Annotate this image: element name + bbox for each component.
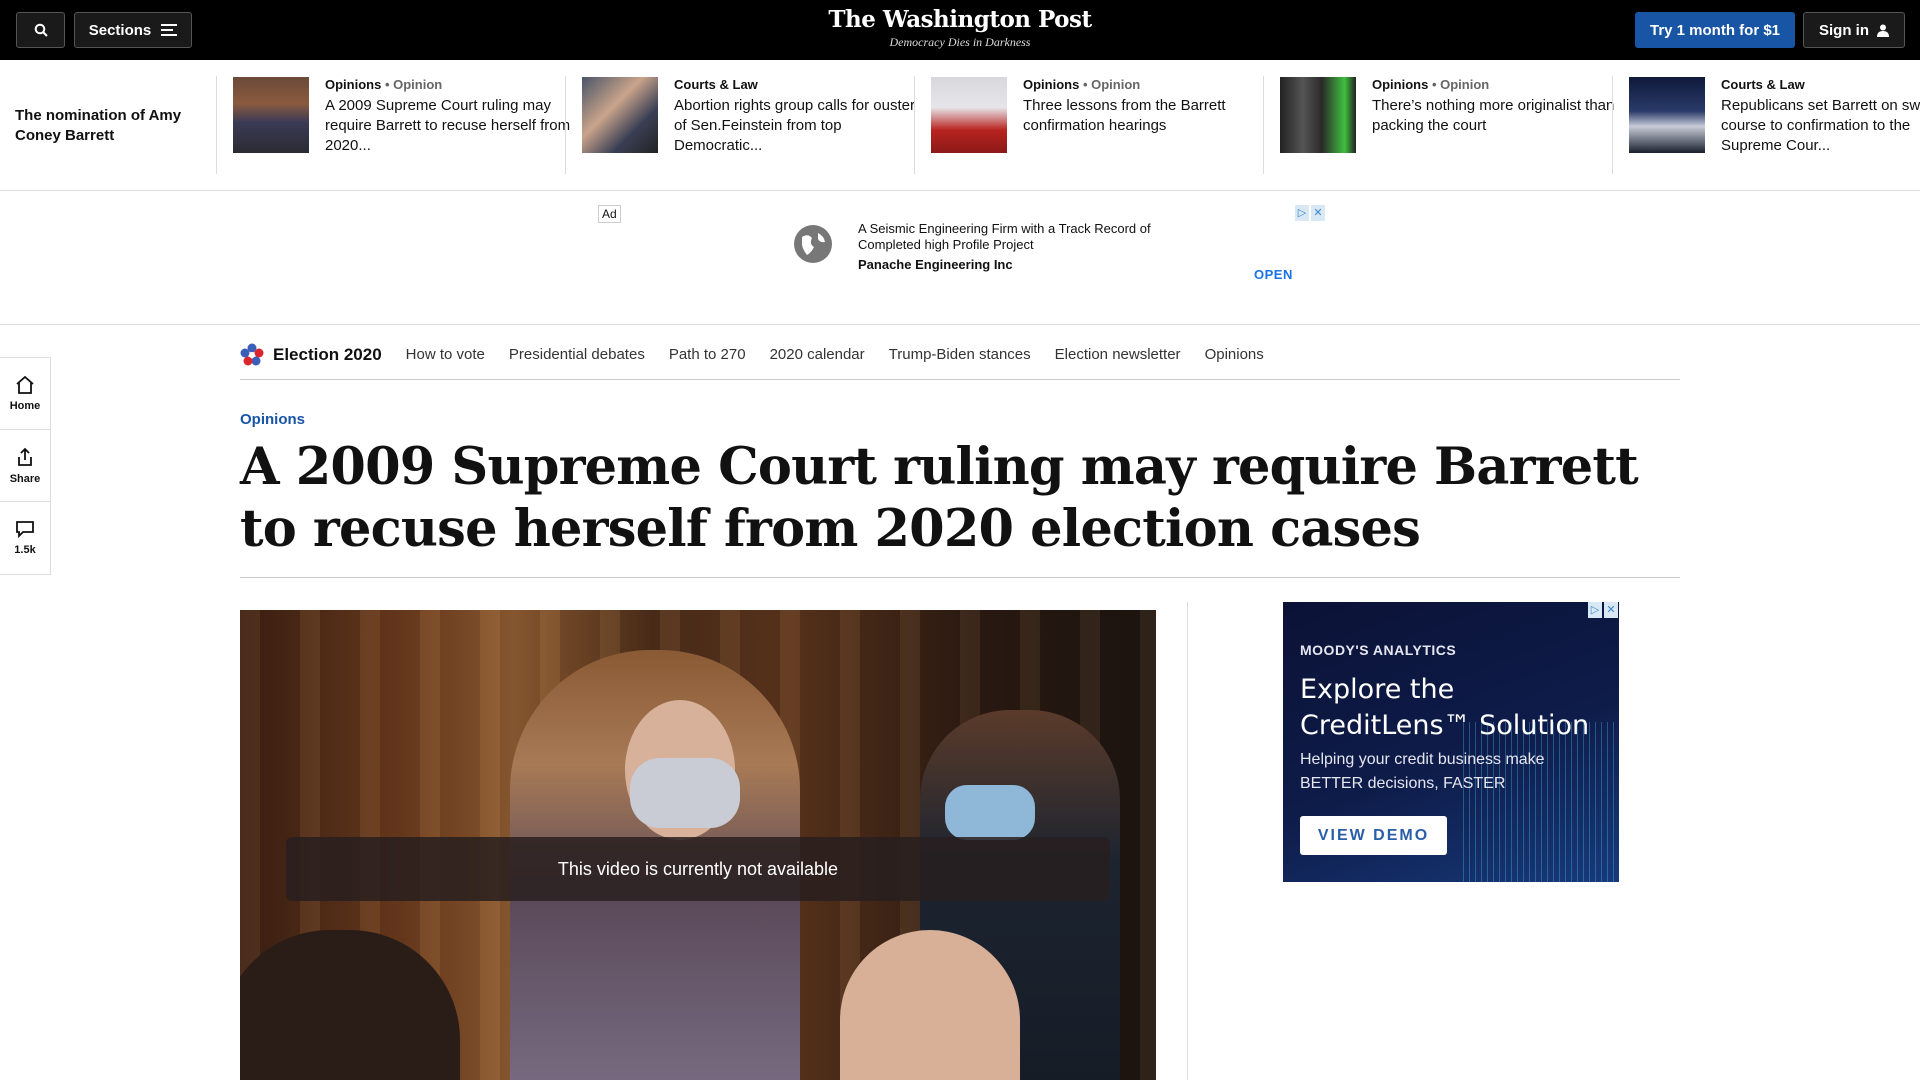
rail-share-label: Share [9,472,41,485]
election-logo[interactable]: Election 2020 [240,343,382,367]
strip-story-1[interactable]: Opinions • Opinion A 2009 Supreme Court … [233,77,573,177]
video-figure [630,758,740,828]
share-icon [18,447,32,466]
comment-icon [16,521,34,538]
strip-title[interactable]: The nomination of Amy Coney Barrett [15,106,205,146]
ad-graphic [1463,722,1619,882]
strip-story-2[interactable]: Courts & Law Abortion rights group calls… [582,77,922,177]
story-headline[interactable]: There’s nothing more originalist than pa… [1372,96,1622,136]
strip-divider [1263,76,1264,174]
strip-divider [914,76,915,174]
strip-story-5[interactable]: Courts & Law Republicans set Barrett on … [1629,77,1920,177]
nav-link-opinions[interactable]: Opinions [1205,346,1264,363]
story-headline[interactable]: A 2009 Supreme Court ruling may require … [325,96,575,156]
view-demo-button[interactable]: VIEW DEMO [1300,816,1447,855]
story-headline[interactable]: Three lessons from the Barrett confirmat… [1023,96,1273,136]
ad-banner: Ad A Seismic Engineering Firm with a Tra… [0,191,1920,325]
ad-open-button[interactable]: OPEN [1254,267,1293,282]
story-kicker: Opinions • Opinion [1023,77,1273,92]
ad-unit[interactable]: Ad A Seismic Engineering Firm with a Tra… [598,205,1325,295]
side-ad-brand: MOODY'S ANALYTICS [1300,642,1457,658]
left-rail: Home Share 1.5k [0,357,51,575]
ad-choices[interactable]: ▷ ✕ [1588,602,1618,618]
article-kicker[interactable]: Opinions [240,411,305,428]
sign-in-button[interactable]: Sign in [1803,12,1905,48]
subscribe-button[interactable]: Try 1 month for $1 [1635,12,1795,48]
ad-copy: A Seismic Engineering Firm with a Track … [858,221,1151,252]
story-headline[interactable]: Republicans set Barrett on swift course … [1721,96,1920,156]
logo-tagline: Democracy Dies in Darkness [889,35,1031,49]
logo-text: The Washington Post [828,6,1092,33]
ad-brand: Panache Engineering Inc [858,257,1013,272]
story-kicker: Courts & Law [1721,77,1920,92]
kicker-label[interactable]: Opinions [1023,77,1079,92]
election-nav: Election 2020 How to vote Presidential d… [240,330,1680,380]
strip-divider [216,76,217,174]
close-icon[interactable]: ✕ [1311,205,1325,221]
globe-icon [794,225,832,263]
rail-share-button[interactable]: Share [0,430,50,502]
strip-divider [1612,76,1613,174]
story-thumbnail[interactable] [582,77,658,153]
user-icon [1877,24,1889,37]
sign-in-label: Sign in [1819,21,1869,39]
rail-home-button[interactable]: Home [0,358,50,430]
story-thumbnail[interactable] [1629,77,1705,153]
side-ad[interactable]: ▷ ✕ MOODY'S ANALYTICS Explore the CreditL… [1283,602,1619,882]
video-figure [945,785,1035,840]
nav-link-path-to-270[interactable]: Path to 270 [669,346,746,363]
story-thumbnail[interactable] [931,77,1007,153]
ad-label: Ad [598,205,621,223]
site-logo[interactable]: The Washington Post Democracy Dies in Da… [0,6,1920,50]
strip-divider [565,76,566,174]
nav-link-election-newsletter[interactable]: Election newsletter [1055,346,1181,363]
strip-story-4[interactable]: Opinions • Opinion There’s nothing more … [1280,77,1620,177]
kicker-label[interactable]: Courts & Law [674,77,758,92]
story-thumbnail[interactable] [1280,77,1356,153]
nav-link-2020-calendar[interactable]: 2020 calendar [770,346,865,363]
home-icon [16,375,34,394]
video-unavailable-message: This video is currently not available [286,837,1110,901]
kicker-label[interactable]: Opinions [325,77,381,92]
story-kicker: Courts & Law [674,77,924,92]
rail-home-label: Home [9,399,41,412]
adchoices-icon[interactable]: ▷ [1295,205,1309,221]
kicker-sub: • Opinion [1431,77,1490,92]
headline-divider [240,577,1680,578]
side-ad-headline: Explore the CreditLens™ Solution [1300,674,1590,741]
top-bar: Sections The Washington Post Democracy D… [0,0,1920,60]
video-player[interactable]: This video is currently not available [240,610,1156,1080]
nav-link-how-to-vote[interactable]: How to vote [406,346,485,363]
election-star-icon [240,343,264,365]
story-kicker: Opinions • Opinion [1372,77,1622,92]
strip-story-3[interactable]: Opinions • Opinion Three lessons from th… [931,77,1271,177]
story-thumbnail[interactable] [233,77,309,153]
rail-comments-count: 1.5k [14,544,36,556]
side-ad-subtext: Helping your credit business make BETTER… [1300,751,1545,792]
kicker-label[interactable]: Courts & Law [1721,77,1805,92]
kicker-label[interactable]: Opinions [1372,77,1428,92]
rail-comments-button[interactable]: 1.5k [0,502,50,574]
close-icon[interactable]: ✕ [1604,602,1618,618]
nav-link-trump-biden-stances[interactable]: Trump-Biden stances [889,346,1031,363]
nav-link-presidential-debates[interactable]: Presidential debates [509,346,645,363]
adchoices-icon[interactable]: ▷ [1588,602,1602,618]
story-headline[interactable]: Abortion rights group calls for ouster o… [674,96,924,156]
article-headline: A 2009 Supreme Court ruling may require … [240,437,1639,559]
story-kicker: Opinions • Opinion [325,77,575,92]
kicker-sub: • Opinion [384,77,443,92]
ad-choices[interactable]: ▷ ✕ [1295,205,1325,221]
election-title: Election 2020 [273,344,382,364]
kicker-sub: • Opinion [1082,77,1141,92]
column-divider [1187,602,1188,1080]
related-stories-strip: The nomination of Amy Coney Barrett Opin… [0,60,1920,191]
